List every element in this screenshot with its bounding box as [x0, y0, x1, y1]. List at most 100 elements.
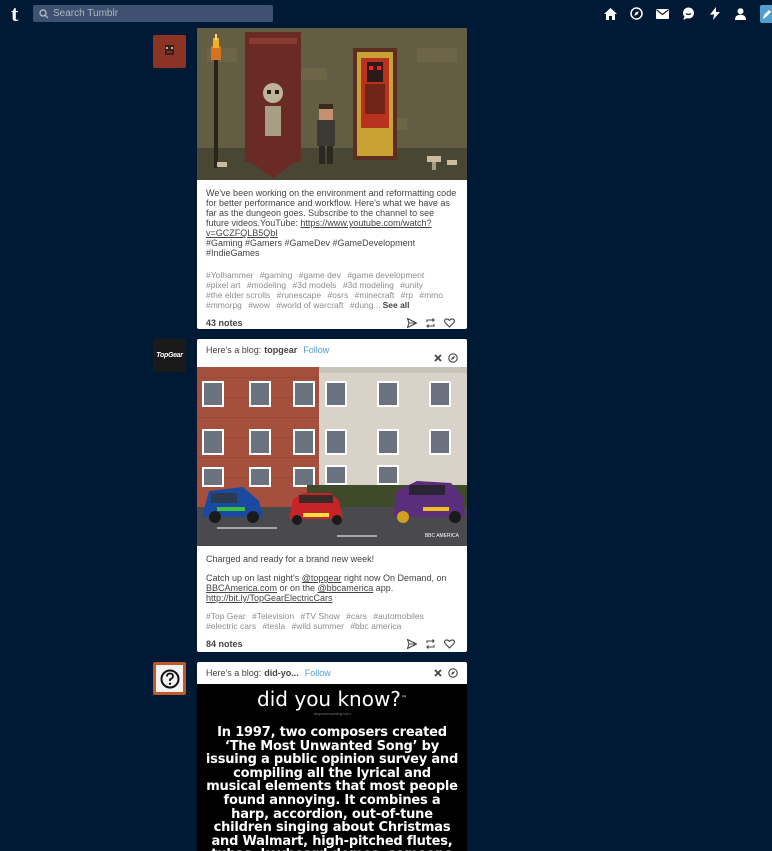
tag[interactable]: #TV Show: [301, 611, 340, 621]
explore-icon[interactable]: [448, 353, 458, 363]
compose-button[interactable]: [760, 5, 772, 23]
tag[interactable]: #Yolhammer: [206, 270, 253, 280]
post-body: We've been working on the environment an…: [197, 180, 467, 258]
trademark-symbol: ™: [400, 695, 407, 702]
post-image[interactable]: [197, 28, 467, 180]
dungeon-pixel-art: [197, 28, 467, 180]
question-avatar-inner: [156, 665, 183, 692]
account-icon[interactable]: [733, 6, 748, 21]
tag[interactable]: #mmo: [419, 290, 443, 300]
chat-icon[interactable]: [681, 6, 696, 21]
post-paragraph: Charged and ready for a brand new week!: [206, 554, 375, 564]
image-title: did you know?™: [197, 688, 467, 710]
tag[interactable]: #world of warcraft: [276, 300, 343, 310]
tag[interactable]: #3d modeling: [343, 280, 394, 290]
tag[interactable]: #game development: [347, 270, 424, 280]
tag[interactable]: #osrs: [327, 290, 348, 300]
text-span: app.: [373, 583, 394, 593]
follow-button[interactable]: Follow: [303, 345, 329, 355]
search-icon: [39, 8, 49, 18]
tag[interactable]: #the elder scrolls: [206, 290, 270, 300]
tag[interactable]: #automobiles: [373, 611, 424, 621]
tag[interactable]: #electric cars: [206, 621, 256, 631]
top-bar: t: [0, 0, 772, 28]
post-hashtags: #Gaming #Gamers #GameDev #GameDevelopmen…: [206, 238, 416, 258]
search-box[interactable]: [33, 5, 273, 22]
tag[interactable]: #game dev: [299, 270, 341, 280]
tag[interactable]: #unity: [400, 280, 423, 290]
tag[interactable]: #Top Gear: [206, 611, 246, 621]
avatar[interactable]: [153, 35, 186, 68]
activity-icon[interactable]: [707, 6, 722, 21]
notes-count[interactable]: 84 notes: [206, 639, 243, 649]
see-all-tags-link[interactable]: See all: [383, 300, 410, 310]
tag[interactable]: #pixel art: [206, 280, 241, 290]
compose-icon: [763, 10, 771, 19]
post-image[interactable]: BBC AMERICA: [197, 367, 467, 546]
tag[interactable]: #rp: [401, 290, 413, 300]
site-link[interactable]: BBCAmerica.com: [206, 583, 277, 593]
avatar[interactable]: TopGear: [153, 339, 186, 372]
post-body: Charged and ready for a brand new week! …: [197, 546, 467, 603]
image-fact-text: In 1997, two composers created ‘The Most…: [205, 725, 459, 851]
tag[interactable]: #wild summer: [292, 621, 344, 631]
share-icon[interactable]: [407, 639, 417, 649]
image-watermark: BBC AMERICA: [425, 533, 460, 539]
like-icon[interactable]: [444, 639, 455, 649]
recommendation-header: Here's a blog: topgear Follow: [197, 339, 467, 363]
home-icon[interactable]: [603, 6, 618, 21]
notes-count[interactable]: 43 notes: [206, 318, 243, 328]
tag[interactable]: #gaming: [260, 270, 293, 280]
recommendation-header: Here's a blog: did-yo... Follow: [197, 662, 467, 684]
post-footer: 43 notes: [197, 310, 467, 336]
topgear-logo: TopGear: [156, 352, 183, 359]
blog-avatar-image: [153, 35, 186, 68]
tag[interactable]: #bbc america: [350, 621, 401, 631]
tag[interactable]: #tesla: [262, 621, 285, 631]
tumblr-logo[interactable]: t: [11, 3, 27, 25]
avatar[interactable]: [153, 662, 186, 695]
like-icon[interactable]: [444, 318, 455, 328]
post-footer: 84 notes: [197, 631, 467, 657]
post-card: Here's a blog: topgear Follow BBC AMERIC…: [197, 339, 467, 652]
tag[interactable]: #minecraft: [355, 290, 395, 300]
nav-icons: [603, 6, 748, 21]
mail-icon[interactable]: [655, 6, 670, 21]
post-card: Here's a blog: did-yo... Follow did you …: [197, 662, 467, 851]
mention-link[interactable]: @topgear: [302, 573, 342, 583]
tag[interactable]: #dung...: [350, 300, 381, 310]
electric-cars-photo: BBC AMERICA: [197, 367, 467, 546]
mention-link[interactable]: @bbcamerica: [318, 583, 374, 593]
text-span: Catch up on last night's: [206, 573, 302, 583]
blog-name[interactable]: topgear: [264, 345, 297, 355]
tag[interactable]: #mmorpg: [206, 300, 242, 310]
reblog-icon[interactable]: [425, 318, 436, 328]
tag[interactable]: #3d models: [292, 280, 336, 290]
post-paragraph: Catch up on last night's @topgear right …: [206, 573, 458, 603]
dismiss-icon[interactable]: [434, 354, 442, 362]
share-icon[interactable]: [407, 318, 417, 328]
tag[interactable]: #runescape: [277, 290, 321, 300]
search-input[interactable]: [53, 8, 253, 19]
image-title-text: did you know?: [257, 687, 401, 711]
tag[interactable]: #cars: [346, 611, 367, 621]
question-icon: [160, 669, 179, 688]
tag[interactable]: #wow: [248, 300, 270, 310]
post-card: We've been working on the environment an…: [197, 28, 467, 329]
explore-icon[interactable]: [448, 668, 458, 678]
dismiss-icon[interactable]: [434, 669, 442, 677]
follow-button[interactable]: Follow: [305, 668, 331, 678]
blog-name[interactable]: did-yo...: [264, 668, 299, 678]
url-link[interactable]: http://bit.ly/TopGearElectricCars: [206, 593, 333, 603]
recommendation-prefix: Here's a blog:: [206, 344, 262, 355]
recommendation-prefix: Here's a blog:: [206, 668, 262, 678]
tag-list: #Top Gear #Television #TV Show #cars #au…: [197, 605, 467, 631]
explore-icon[interactable]: [629, 6, 644, 21]
text-span: or on the: [277, 583, 318, 593]
tag-list: #Yolhammer #gaming #game dev #game devel…: [197, 264, 467, 310]
tag[interactable]: #Television: [252, 611, 294, 621]
did-you-know-image[interactable]: did you know?™ didyouknowblog.com In 199…: [197, 684, 467, 851]
reblog-icon[interactable]: [425, 639, 436, 649]
text-span: right now On Demand, on: [341, 573, 447, 583]
tag[interactable]: #modeling: [247, 280, 286, 290]
